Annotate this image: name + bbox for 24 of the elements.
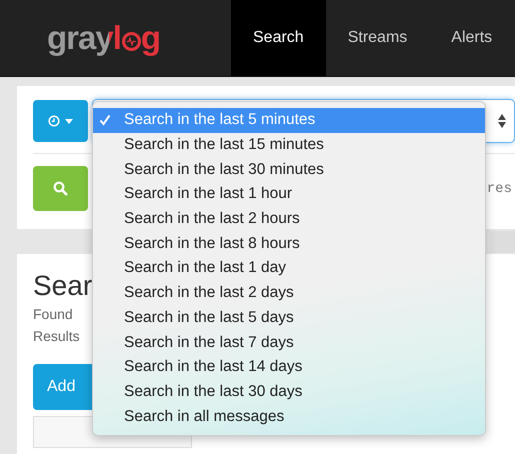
found-text: Found [33, 305, 73, 324]
search-icon [53, 181, 68, 196]
menu-option[interactable]: Search in the last 2 hours [93, 206, 485, 232]
caret-icon [65, 118, 73, 124]
menu-option[interactable]: Search in the last 15 minutes [93, 132, 485, 158]
menu-option[interactable]: Search in the last 1 hour [93, 182, 485, 207]
menu-option[interactable]: Search in the last 8 hours [93, 231, 485, 256]
search-button[interactable] [33, 166, 88, 211]
nav-item[interactable]: Streams [326, 0, 430, 76]
updown-arrows-icon [498, 114, 506, 128]
check-icon [99, 114, 111, 126]
time-range-button[interactable] [33, 100, 88, 142]
menu-option[interactable]: Search in the last 30 minutes [93, 157, 485, 182]
clock-icon [48, 115, 60, 127]
logo[interactable]: grayl g [47, 0, 231, 76]
menu-option[interactable]: Search in the last 1 day [93, 256, 485, 281]
menu-option[interactable]: Search in the last 5 days [93, 306, 485, 330]
nav-item[interactable]: Search [231, 0, 326, 76]
logo-ring-icon [122, 32, 141, 50]
results-title: Sear [33, 270, 92, 302]
menu-option[interactable]: Search in the last 7 days [93, 330, 485, 355]
menu-option[interactable]: Search in the last 2 days [93, 280, 485, 306]
results-text: Results [33, 327, 80, 346]
nav-item[interactable]: Alerts [429, 0, 514, 76]
